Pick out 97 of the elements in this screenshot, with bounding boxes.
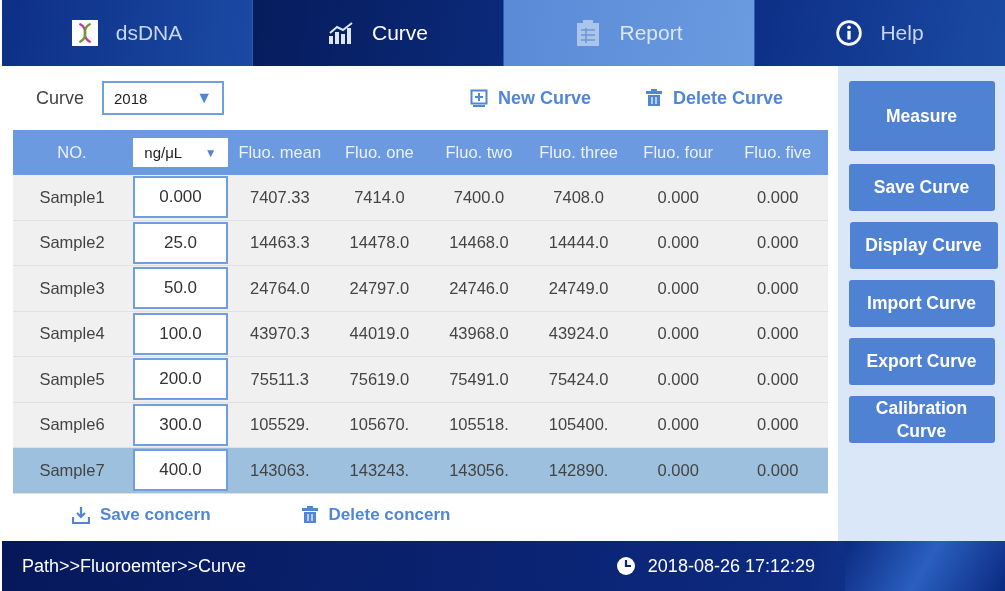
info-icon [836, 20, 863, 46]
concentration-field[interactable]: 25.0 [133, 221, 228, 264]
table-cell-text: 0.000 [756, 414, 800, 436]
table-cell-text: 7414.0 [353, 186, 406, 208]
column-header: Fluo. three [538, 142, 619, 163]
table-cell-text: 143056. [448, 459, 510, 481]
tab[interactable]: Curve [253, 0, 504, 66]
concentration-field[interactable]: 50.0 [133, 267, 228, 310]
side-button[interactable]: Display Curve [849, 222, 998, 269]
clock-icon [615, 556, 636, 576]
bar-chart-icon [328, 20, 354, 46]
table-cell-text: 143243. [348, 459, 411, 481]
concentration-field[interactable]: 100.0 [133, 312, 228, 355]
add-icon [469, 89, 488, 107]
table-cell-text: Sample1 [38, 186, 106, 208]
table-cell-text: 0.000 [656, 414, 700, 436]
table-cell-text: 143063. [248, 459, 311, 481]
side-button[interactable]: Export Curve [848, 338, 995, 385]
side-button[interactable]: Import Curve [848, 280, 995, 327]
table-cell-text: 0.000 [756, 277, 800, 299]
side-button[interactable]: Measure [848, 81, 995, 151]
column-header: NO. [56, 142, 88, 163]
table-cell-text: 0.000 [756, 186, 800, 208]
clipboard-icon [575, 20, 602, 46]
table-cell-text: Sample5 [38, 368, 106, 390]
table-cell-text: 14444.0 [547, 232, 610, 254]
curve-dropdown[interactable]: 2018 ▼ [102, 81, 224, 115]
table-row[interactable]: Sample6 300.0 105529. 105670. 105518. 105400. 0.000 0.000 [13, 402, 828, 448]
table-cell-text: 105400. [547, 414, 610, 436]
table-cell-text: 0.000 [656, 232, 700, 254]
column-header: Fluo. one [344, 142, 415, 163]
table-cell-text: 43924.0 [547, 323, 610, 345]
download-icon [72, 506, 90, 524]
table-cell-text: 0.000 [756, 459, 800, 481]
table-cell-text: 24764.0 [248, 277, 311, 299]
table-cell-text: 0.000 [756, 323, 800, 345]
table-cell-text: 24797.0 [348, 277, 411, 299]
table-cell-text: 0.000 [756, 232, 800, 254]
table-row[interactable]: Sample4 100.0 43970.3 44019.0 43968.0 43924.0 0.000 0.000 [13, 311, 828, 357]
action-link[interactable]: New Curve [469, 87, 591, 109]
date-time: 2018-08-26 17:12:29 [647, 555, 815, 577]
table-cell-text: 105529. [248, 414, 311, 436]
breadcrumb-path: Path>>Fluoroemter>>Curve [22, 555, 247, 577]
action-link[interactable]: Delete Curve [644, 87, 783, 109]
trash-icon [644, 89, 663, 107]
table-cell-text: 0.000 [656, 323, 700, 345]
trash-icon [300, 506, 319, 524]
table-cell-text: 14463.3 [248, 232, 311, 254]
curve-label: Curve [36, 87, 84, 109]
column-header: Fluo. four [642, 142, 714, 163]
table-row[interactable]: Sample7 400.0 143063. 143243. 143056. 142890. 0.000 0.000 [13, 448, 828, 494]
action-link[interactable]: Save concern [72, 505, 211, 525]
unit-dropdown[interactable]: ng/μL ▼ [133, 138, 228, 167]
tab[interactable]: dsDNA [2, 0, 253, 66]
table-cell-text: 0.000 [656, 277, 700, 299]
table-cell-text: 44019.0 [348, 323, 411, 345]
table-cell-text: 75491.0 [448, 368, 510, 390]
table-cell-text: 75511.3 [249, 368, 310, 390]
tab[interactable]: Help [755, 0, 1005, 66]
concentration-field[interactable]: 200.0 [133, 358, 228, 401]
table-row[interactable]: Sample5 200.0 75511.3 75619.0 75491.0 75424.0 0.000 0.000 [13, 357, 828, 403]
table-cell-text: Sample2 [38, 232, 106, 254]
table-cell-text: 43970.3 [248, 323, 311, 345]
table-cell-text: 14478.0 [348, 232, 411, 254]
table-cell-text: 105670. [348, 414, 411, 436]
concentration-field[interactable]: 300.0 [133, 403, 228, 446]
column-header: Fluo. two [444, 142, 514, 163]
side-button[interactable]: Calibration Curve [848, 396, 995, 443]
dna-icon [71, 20, 98, 46]
table-cell-text: Sample6 [38, 414, 106, 436]
action-link[interactable]: Delete concern [300, 505, 451, 525]
table-cell-text: 0.000 [656, 368, 700, 390]
table-row[interactable]: Sample2 25.0 14463.3 14478.0 14468.0 14444.0 0.000 0.000 [13, 220, 828, 266]
table-cell-text: Sample7 [38, 459, 106, 481]
table-cell-text: 105518. [448, 414, 510, 436]
column-header: Fluo. five [743, 142, 813, 163]
table-cell-text: 0.000 [656, 186, 700, 208]
concentration-field[interactable]: 400.0 [133, 449, 228, 492]
table-cell-text: 14468.0 [448, 232, 510, 254]
table-cell-text: Sample3 [38, 277, 106, 299]
table-cell-text: 75424.0 [547, 368, 610, 390]
table-cell-text: 7408.0 [552, 186, 605, 208]
concentration-field[interactable]: 0.000 [133, 176, 228, 219]
column-header: Fluo. mean [237, 142, 323, 163]
table-cell-text: 43968.0 [448, 323, 510, 345]
table-cell-text: Sample4 [38, 323, 106, 345]
table-row[interactable]: Sample1 0.000 7407.33 7414.0 7400.0 7408.0 0.000 0.000 [13, 175, 828, 221]
table-cell-text: 0.000 [656, 459, 700, 481]
table-cell-text: 7400.0 [452, 186, 506, 208]
table-cell-text: 24746.0 [448, 277, 510, 299]
side-button[interactable]: Save Curve [848, 164, 995, 211]
table-row[interactable]: Sample3 50.0 24764.0 24797.0 24746.0 24749.0 0.000 0.000 [13, 266, 828, 312]
table-cell-text: 7407.33 [248, 186, 311, 208]
table-cell-text: 0.000 [756, 368, 800, 390]
table-cell-text: 75619.0 [348, 368, 411, 390]
table-cell-text: 24749.0 [547, 277, 610, 299]
table-cell-text: 142890. [547, 459, 610, 481]
